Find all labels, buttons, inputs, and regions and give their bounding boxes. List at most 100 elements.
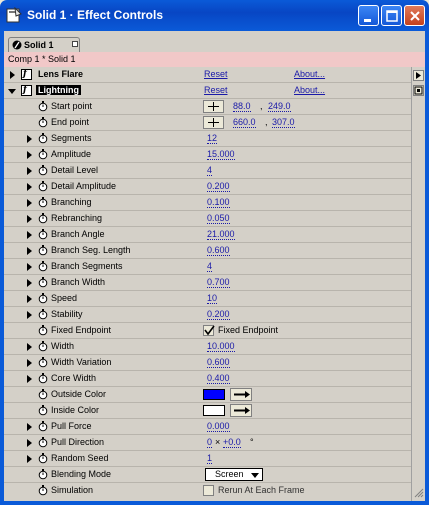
expand-triangle-icon[interactable] [27, 295, 32, 303]
title-bar[interactable]: Solid 1 · Effect Controls [0, 0, 429, 31]
stopwatch-icon[interactable] [38, 277, 48, 288]
property-label: Blending Mode [51, 469, 112, 479]
stopwatch-icon[interactable] [38, 309, 48, 320]
stopwatch-icon[interactable] [38, 245, 48, 256]
point-crosshair-button[interactable] [203, 116, 224, 129]
property-value[interactable]: 0.000 [207, 421, 230, 432]
stopwatch-icon[interactable] [38, 213, 48, 224]
fixed-endpoint-checkbox[interactable] [203, 325, 215, 336]
panel-options-button[interactable] [413, 85, 424, 96]
stopwatch-icon[interactable] [38, 389, 48, 400]
property-value[interactable]: 0.600 [207, 357, 230, 368]
expand-triangle-icon[interactable] [27, 263, 32, 271]
end-point-x[interactable]: 660.0 [233, 117, 256, 128]
end-point-y[interactable]: 307.0 [272, 117, 295, 128]
eyedropper-button[interactable] [230, 404, 252, 417]
about-link[interactable]: About... [294, 69, 325, 79]
rerun-each-frame-checkbox[interactable] [203, 485, 214, 496]
property-value[interactable]: 10.000 [207, 341, 235, 352]
effect-row-lightning[interactable]: ƒ Lightning Reset About... [4, 83, 411, 99]
collapse-triangle-icon[interactable] [8, 89, 16, 94]
property-value[interactable]: 0.700 [207, 277, 230, 288]
start-point-y[interactable]: 249.0 [268, 101, 291, 112]
stopwatch-icon[interactable] [38, 469, 48, 480]
expand-triangle-icon[interactable] [27, 311, 32, 319]
expand-triangle-icon[interactable] [10, 71, 15, 79]
pull-direction-revolutions[interactable]: 0 [207, 437, 213, 448]
outside-color-swatch[interactable] [203, 389, 225, 400]
expand-triangle-icon[interactable] [27, 215, 32, 223]
stopwatch-icon[interactable] [38, 261, 48, 272]
property-value[interactable]: 10 [207, 293, 218, 304]
eyedropper-button[interactable] [230, 388, 252, 401]
property-value[interactable]: 4 [207, 165, 213, 176]
expand-triangle-icon[interactable] [27, 199, 32, 207]
stopwatch-icon[interactable] [38, 197, 48, 208]
expand-triangle-icon[interactable] [27, 247, 32, 255]
expand-triangle-icon[interactable] [27, 151, 32, 159]
pull-direction-degrees[interactable]: +0.0 [223, 437, 241, 448]
panel-menu-button[interactable] [413, 70, 424, 81]
stopwatch-icon[interactable] [38, 101, 48, 112]
stopwatch-icon[interactable] [38, 149, 48, 160]
expand-triangle-icon[interactable] [27, 375, 32, 383]
property-value[interactable]: 0.050 [207, 213, 230, 224]
property-value[interactable]: 0.100 [207, 197, 230, 208]
stopwatch-icon[interactable] [38, 165, 48, 176]
property-value[interactable]: 0.200 [207, 309, 230, 320]
expand-triangle-icon[interactable] [27, 231, 32, 239]
point-crosshair-button[interactable] [203, 100, 224, 113]
minimize-button[interactable] [358, 5, 379, 26]
stopwatch-icon[interactable] [38, 437, 48, 448]
maximize-button[interactable] [381, 5, 402, 26]
expand-triangle-icon[interactable] [27, 423, 32, 431]
resize-grip-icon[interactable] [413, 487, 424, 498]
tab-close-icon[interactable] [72, 41, 78, 47]
stopwatch-icon[interactable] [38, 421, 48, 432]
stopwatch-icon[interactable] [38, 229, 48, 240]
stopwatch-icon[interactable] [38, 325, 48, 336]
stopwatch-icon[interactable] [38, 293, 48, 304]
blending-mode-dropdown[interactable]: Screen [205, 468, 263, 481]
property-label: Detail Amplitude [51, 181, 117, 191]
fx-toggle-icon[interactable]: ƒ [21, 69, 32, 80]
expand-triangle-icon[interactable] [27, 183, 32, 191]
checkbox-label[interactable]: Fixed Endpoint [218, 325, 278, 335]
checkbox-label[interactable]: Rerun At Each Frame [218, 485, 305, 495]
start-point-x[interactable]: 88.0 [233, 101, 251, 112]
property-value[interactable]: 21.000 [207, 229, 235, 240]
expand-triangle-icon[interactable] [27, 343, 32, 351]
stopwatch-icon[interactable] [38, 373, 48, 384]
expand-triangle-icon[interactable] [27, 135, 32, 143]
property-value[interactable]: 12 [207, 133, 218, 144]
property-value[interactable]: 4 [207, 261, 213, 272]
stopwatch-icon[interactable] [38, 453, 48, 464]
property-value[interactable]: 0.600 [207, 245, 230, 256]
expand-triangle-icon[interactable] [27, 455, 32, 463]
property-value[interactable]: 0.200 [207, 181, 230, 192]
property-label: Segments [51, 133, 92, 143]
fx-toggle-icon[interactable]: ƒ [21, 85, 32, 96]
expand-triangle-icon[interactable] [27, 167, 32, 175]
expand-triangle-icon[interactable] [27, 359, 32, 367]
tab-solid-1[interactable]: Solid 1 [8, 37, 80, 52]
stopwatch-icon[interactable] [38, 357, 48, 368]
about-link[interactable]: About... [294, 85, 325, 95]
stopwatch-icon[interactable] [38, 181, 48, 192]
stopwatch-icon[interactable] [38, 117, 48, 128]
expand-triangle-icon[interactable] [27, 439, 32, 447]
stopwatch-icon[interactable] [38, 133, 48, 144]
play-arrow-icon [416, 72, 421, 79]
property-value[interactable]: 1 [207, 453, 213, 464]
reset-link[interactable]: Reset [204, 69, 228, 79]
stopwatch-icon[interactable] [38, 485, 48, 496]
stopwatch-icon[interactable] [38, 405, 48, 416]
inside-color-swatch[interactable] [203, 405, 225, 416]
property-value[interactable]: 0.400 [207, 373, 230, 384]
property-value[interactable]: 15.000 [207, 149, 235, 160]
stopwatch-icon[interactable] [38, 341, 48, 352]
close-button[interactable] [404, 5, 425, 26]
expand-triangle-icon[interactable] [27, 279, 32, 287]
effect-row-lens-flare[interactable]: ƒ Lens Flare Reset About... [4, 67, 411, 83]
reset-link[interactable]: Reset [204, 85, 228, 95]
